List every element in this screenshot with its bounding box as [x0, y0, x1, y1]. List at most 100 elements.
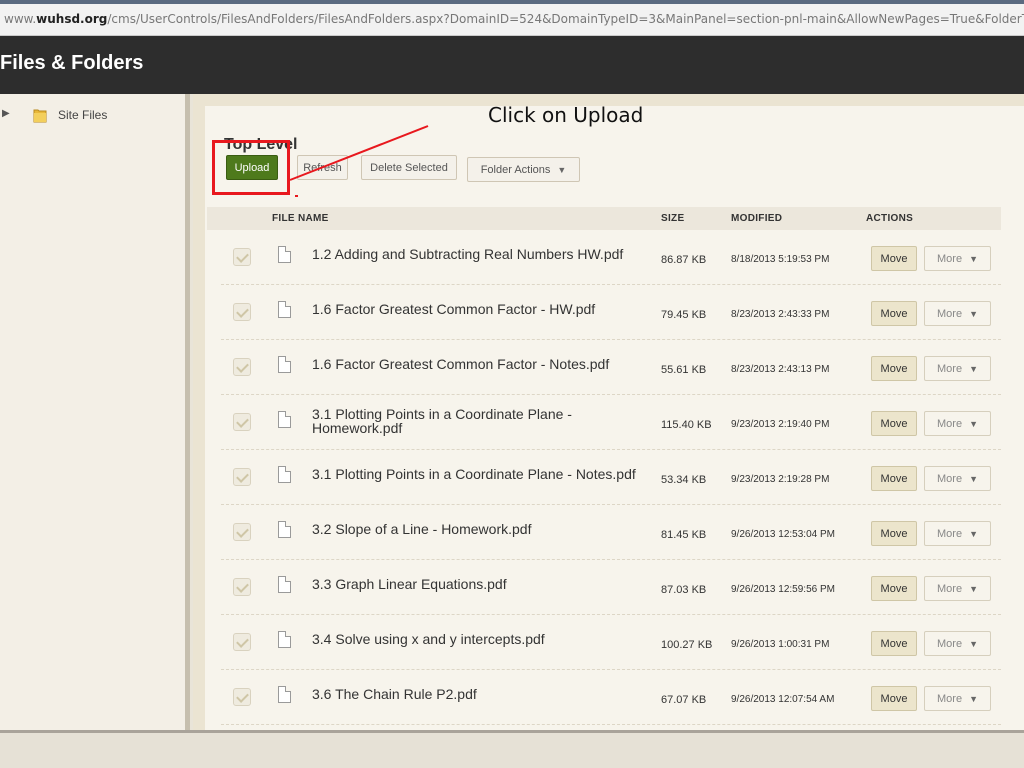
tree-item-label: Site Files — [58, 108, 108, 122]
file-name[interactable]: 3.1 Plotting Points in a Coordinate Plan… — [312, 407, 652, 435]
app-header: Files & Folders — [0, 36, 1024, 94]
refresh-button[interactable]: Refresh — [297, 155, 348, 180]
row-checkbox[interactable] — [233, 688, 251, 706]
move-button[interactable]: Move — [871, 576, 917, 601]
more-dropdown[interactable]: More ▼ — [924, 631, 991, 656]
file-size: 67.07 KB — [661, 694, 707, 706]
column-header-file-name[interactable]: FILE NAME — [272, 213, 329, 224]
chevron-down-icon: ▼ — [969, 693, 978, 704]
chevron-down-icon: ▼ — [969, 308, 978, 319]
file-modified: 9/23/2013 2:19:40 PM — [731, 419, 830, 430]
move-button[interactable]: Move — [871, 301, 917, 326]
file-name[interactable]: 1.2 Adding and Subtracting Real Numbers … — [312, 247, 652, 261]
row-checkbox[interactable] — [233, 303, 251, 321]
file-name[interactable]: 3.6 The Chain Rule P2.pdf — [312, 687, 652, 701]
chevron-down-icon: ▼ — [969, 528, 978, 539]
file-modified: 9/26/2013 12:59:56 PM — [731, 584, 835, 595]
row-checkbox[interactable] — [233, 413, 251, 431]
file-name[interactable]: 3.3 Graph Linear Equations.pdf — [312, 577, 652, 591]
file-modified: 9/26/2013 12:07:54 AM — [731, 694, 835, 705]
url-text: www.wuhsd.org/cms/UserControls/FilesAndF… — [4, 12, 1024, 26]
file-modified: 8/23/2013 2:43:33 PM — [731, 309, 830, 320]
table-row[interactable]: 3.2 Slope of a Line - Homework.pdf 81.45 … — [221, 505, 1001, 560]
file-size: 87.03 KB — [661, 584, 707, 596]
file-name[interactable]: 1.6 Factor Greatest Common Factor - HW.p… — [312, 302, 652, 316]
table-row[interactable]: 3.3 Graph Linear Equations.pdf 87.03 KB 9/… — [221, 560, 1001, 615]
move-button[interactable]: Move — [871, 521, 917, 546]
address-bar[interactable]: www.wuhsd.org/cms/UserControls/FilesAndF… — [0, 0, 1024, 36]
row-checkbox[interactable] — [233, 523, 251, 541]
folder-icon — [33, 109, 47, 123]
chevron-down-icon: ▼ — [969, 473, 978, 484]
row-checkbox[interactable] — [233, 633, 251, 651]
file-name[interactable]: 3.4 Solve using x and y intercepts.pdf — [312, 632, 652, 646]
column-header-size[interactable]: SIZE — [661, 213, 684, 224]
more-dropdown[interactable]: More ▼ — [924, 576, 991, 601]
file-modified: 9/23/2013 2:19:28 PM — [731, 474, 830, 485]
more-dropdown[interactable]: More ▼ — [924, 521, 991, 546]
move-button[interactable]: Move — [871, 411, 917, 436]
file-size: 55.61 KB — [661, 364, 707, 376]
chevron-down-icon: ▼ — [969, 418, 978, 429]
folder-actions-label: Folder Actions — [480, 163, 551, 176]
more-dropdown[interactable]: More ▼ — [924, 246, 991, 271]
file-modified: 8/18/2013 5:19:53 PM — [731, 254, 830, 265]
folder-actions-dropdown[interactable]: Folder Actions ▼ — [467, 157, 580, 182]
file-size: 53.34 KB — [661, 474, 707, 486]
table-row[interactable]: 3.1 Plotting Points in a Coordinate Plan… — [221, 395, 1001, 450]
annotation-caption: Click on Upload — [488, 103, 644, 127]
chevron-down-icon: ▼ — [969, 638, 978, 649]
file-modified: 9/26/2013 12:53:04 PM — [731, 529, 835, 540]
move-button[interactable]: Move — [871, 356, 917, 381]
chevron-down-icon: ▼ — [557, 164, 567, 175]
table-row[interactable]: 3.4 Solve using x and y intercepts.pdf 10… — [221, 615, 1001, 670]
window-bottom-edge — [0, 730, 1024, 768]
more-label: More — [937, 362, 963, 375]
file-icon — [278, 246, 291, 263]
more-dropdown[interactable]: More ▼ — [924, 411, 991, 436]
more-label: More — [937, 692, 963, 705]
more-dropdown[interactable]: More ▼ — [924, 686, 991, 711]
move-button[interactable]: Move — [871, 631, 917, 656]
folder-tree: ▶ Site Files — [0, 94, 190, 730]
file-modified: 8/23/2013 2:43:13 PM — [731, 364, 830, 375]
file-icon — [278, 301, 291, 318]
more-dropdown[interactable]: More ▼ — [924, 466, 991, 491]
table-row[interactable]: 1.2 Adding and Subtracting Real Numbers … — [221, 230, 1001, 285]
page-title: Files & Folders — [0, 52, 144, 74]
annotation-highlight-box — [212, 140, 290, 195]
table-row[interactable]: 3.1 Plotting Points in a Coordinate Plan… — [221, 450, 1001, 505]
expand-arrow-icon[interactable]: ▶ — [2, 108, 10, 119]
file-size: 81.45 KB — [661, 529, 707, 541]
file-icon — [278, 576, 291, 593]
file-icon — [278, 686, 291, 703]
column-header-modified[interactable]: MODIFIED — [731, 213, 782, 224]
more-label: More — [937, 252, 963, 265]
file-icon — [278, 521, 291, 538]
chevron-down-icon: ▼ — [969, 253, 978, 264]
row-checkbox[interactable] — [233, 358, 251, 376]
more-dropdown[interactable]: More ▼ — [924, 301, 991, 326]
more-dropdown[interactable]: More ▼ — [924, 356, 991, 381]
table-row[interactable]: 1.6 Factor Greatest Common Factor - HW.p… — [221, 285, 1001, 340]
file-icon — [278, 411, 291, 428]
more-label: More — [937, 637, 963, 650]
delete-selected-button[interactable]: Delete Selected — [361, 155, 457, 180]
row-checkbox[interactable] — [233, 578, 251, 596]
file-size: 115.40 KB — [661, 419, 712, 431]
file-name[interactable]: 3.1 Plotting Points in a Coordinate Plan… — [312, 467, 652, 481]
row-checkbox[interactable] — [233, 468, 251, 486]
move-button[interactable]: Move — [871, 466, 917, 491]
file-name[interactable]: 3.2 Slope of a Line - Homework.pdf — [312, 522, 652, 536]
move-button[interactable]: Move — [871, 246, 917, 271]
row-checkbox[interactable] — [233, 248, 251, 266]
file-size: 100.27 KB — [661, 639, 713, 651]
file-icon — [278, 466, 291, 483]
table-row[interactable]: 3.6 The Chain Rule P2.pdf 67.07 KB 9/26/20… — [221, 670, 1001, 725]
move-button[interactable]: Move — [871, 686, 917, 711]
tree-item-site-files[interactable]: ▶ Site Files — [0, 106, 180, 126]
chevron-down-icon: ▼ — [969, 363, 978, 374]
file-name[interactable]: 1.6 Factor Greatest Common Factor - Note… — [312, 357, 652, 371]
file-size: 79.45 KB — [661, 309, 707, 321]
table-row[interactable]: 1.6 Factor Greatest Common Factor - Note… — [221, 340, 1001, 395]
